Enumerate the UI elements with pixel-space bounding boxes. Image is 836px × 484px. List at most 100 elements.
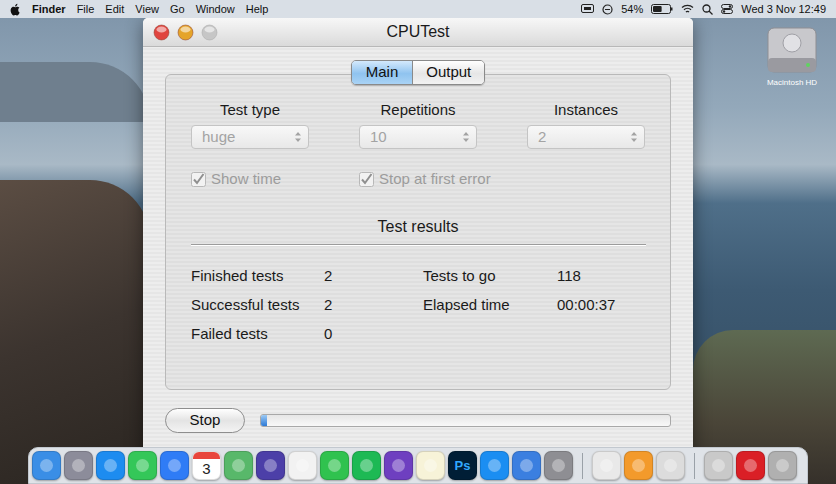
updown-arrows-icon xyxy=(630,130,638,144)
separator xyxy=(191,244,646,246)
dock-app-mark-icon xyxy=(328,459,341,472)
control-center-icon[interactable] xyxy=(721,4,733,14)
zoom-button-icon[interactable] xyxy=(201,24,218,41)
wifi-icon[interactable] xyxy=(681,4,694,14)
dock-app-icon[interactable] xyxy=(96,451,125,480)
result-row: Finished tests2 xyxy=(191,262,423,291)
bottom-bar: Stop xyxy=(165,408,671,433)
menu-bar: Finder File Edit View Go Window Help 54%Wed 3 N… xyxy=(0,0,836,18)
menu-item[interactable]: Edit xyxy=(105,1,124,18)
dock-app-icon[interactable] xyxy=(624,451,653,480)
window-content: MainOutputTest typehugeShow timeRepetiti… xyxy=(143,47,693,433)
desktop-icon[interactable]: Macintosh HD xyxy=(752,24,832,88)
popup-value: huge xyxy=(202,126,235,149)
dock-app-mark-icon xyxy=(664,459,677,472)
dock-app-glyph: 3 xyxy=(202,459,210,479)
dock-app-mark-icon xyxy=(296,459,309,472)
hard-disk-icon[interactable] xyxy=(764,24,820,76)
popup-value: 2 xyxy=(538,126,546,149)
dock-app-mark-icon xyxy=(136,459,149,472)
dock-app-mark-icon xyxy=(488,459,501,472)
menu-item[interactable]: View xyxy=(135,1,159,18)
result-label: Finished tests xyxy=(191,265,324,288)
result-row: Elapsed time00:00:37 xyxy=(423,291,670,320)
battery-icon[interactable] xyxy=(651,4,673,14)
wallpaper-cliff-left xyxy=(0,180,150,484)
dock-app-icon[interactable] xyxy=(544,451,573,480)
dock-app-icon[interactable]: 3 xyxy=(192,451,221,480)
checkbox-icon[interactable] xyxy=(191,172,206,187)
menu-item[interactable]: Window xyxy=(196,1,235,18)
dock-app-icon[interactable] xyxy=(384,451,413,480)
updown-arrows-icon xyxy=(462,130,470,144)
dock-app-mark-icon xyxy=(104,459,117,472)
sync-icon[interactable] xyxy=(602,4,613,15)
dock-app-icon[interactable]: Ps xyxy=(448,451,477,480)
result-label: Successful tests xyxy=(191,294,324,317)
search-icon[interactable] xyxy=(702,4,713,15)
dock-app-icon[interactable] xyxy=(64,451,93,480)
stop-button[interactable]: Stop xyxy=(165,408,245,433)
dock-app-icon[interactable] xyxy=(288,451,317,480)
desktop: Finder File Edit View Go Window Help 54%Wed 3 N… xyxy=(0,0,836,484)
menu-item[interactable]: Go xyxy=(170,1,185,18)
close-button-icon[interactable] xyxy=(153,24,170,41)
tab[interactable]: Output xyxy=(412,61,484,84)
dock-app-mark-icon xyxy=(72,459,85,472)
dock-app-icon[interactable] xyxy=(160,451,189,480)
app-menu[interactable]: Finder xyxy=(32,1,66,18)
dock-app-mark-icon xyxy=(632,459,645,472)
display-icon[interactable] xyxy=(581,4,594,14)
dock-app-mark-icon xyxy=(776,459,789,472)
dock-app-icon[interactable] xyxy=(704,451,733,480)
result-value: 2 xyxy=(324,294,332,317)
clock[interactable]: Wed 3 Nov 12:49 xyxy=(741,1,826,18)
minimize-button-icon[interactable] xyxy=(177,24,194,41)
progress-fill xyxy=(261,415,267,426)
tab[interactable]: Main xyxy=(352,61,413,84)
checkbox-row[interactable]: Show time xyxy=(191,168,281,191)
dock-app-mark-icon xyxy=(168,459,181,472)
result-label: Elapsed time xyxy=(423,294,557,317)
dock-app-icon[interactable] xyxy=(224,451,253,480)
dock-app-icon[interactable] xyxy=(416,451,445,480)
result-row: Successful tests2 xyxy=(191,291,423,320)
wallpaper-hill-left xyxy=(0,62,150,122)
dock-app-mark-icon xyxy=(40,459,53,472)
popup-button[interactable]: 2 xyxy=(527,125,645,149)
dock-app-icon[interactable] xyxy=(128,451,157,480)
dock-app-icon[interactable] xyxy=(32,451,61,480)
dock-app-mark-icon xyxy=(392,459,405,472)
dock-app-icon[interactable] xyxy=(480,451,509,480)
menu-right: 54%Wed 3 Nov 12:49 xyxy=(581,1,826,18)
result-label: Tests to go xyxy=(423,265,557,288)
menu-item[interactable]: Help xyxy=(246,1,269,18)
title-bar[interactable]: CPUTest xyxy=(143,18,693,47)
menu-left: Finder File Edit View Go Window Help xyxy=(10,1,268,18)
result-row: Tests to go118 xyxy=(423,262,670,291)
dock-app-mark-icon xyxy=(712,459,725,472)
dock-app-icon[interactable] xyxy=(656,451,685,480)
popup-button[interactable]: 10 xyxy=(359,125,477,149)
dock-app-icon[interactable] xyxy=(320,451,349,480)
dock-app-icon[interactable] xyxy=(352,451,381,480)
checkbox-row[interactable]: Stop at first error xyxy=(359,168,491,191)
dock-app-icon[interactable] xyxy=(256,451,285,480)
apple-icon[interactable] xyxy=(10,3,21,16)
checkbox-label: Show time xyxy=(211,168,281,191)
setting-column: Repetitions10Stop at first error xyxy=(334,101,502,188)
dock-app-mark-icon xyxy=(520,459,533,472)
dock-separator xyxy=(582,453,583,479)
results-grid: Finished tests2Successful tests2Failed t… xyxy=(166,262,670,349)
menu-item[interactable]: File xyxy=(77,1,95,18)
setting-label: Instances xyxy=(554,101,618,119)
dock-app-icon[interactable] xyxy=(768,451,797,480)
progress-bar xyxy=(260,414,671,427)
dock-app-icon[interactable] xyxy=(736,451,765,480)
results-title: Test results xyxy=(166,218,670,236)
checkbox-icon[interactable] xyxy=(359,172,374,187)
dock-app-icon[interactable] xyxy=(592,451,621,480)
updown-arrows-icon xyxy=(294,130,302,144)
popup-button[interactable]: huge xyxy=(191,125,309,149)
dock-app-icon[interactable] xyxy=(512,451,541,480)
